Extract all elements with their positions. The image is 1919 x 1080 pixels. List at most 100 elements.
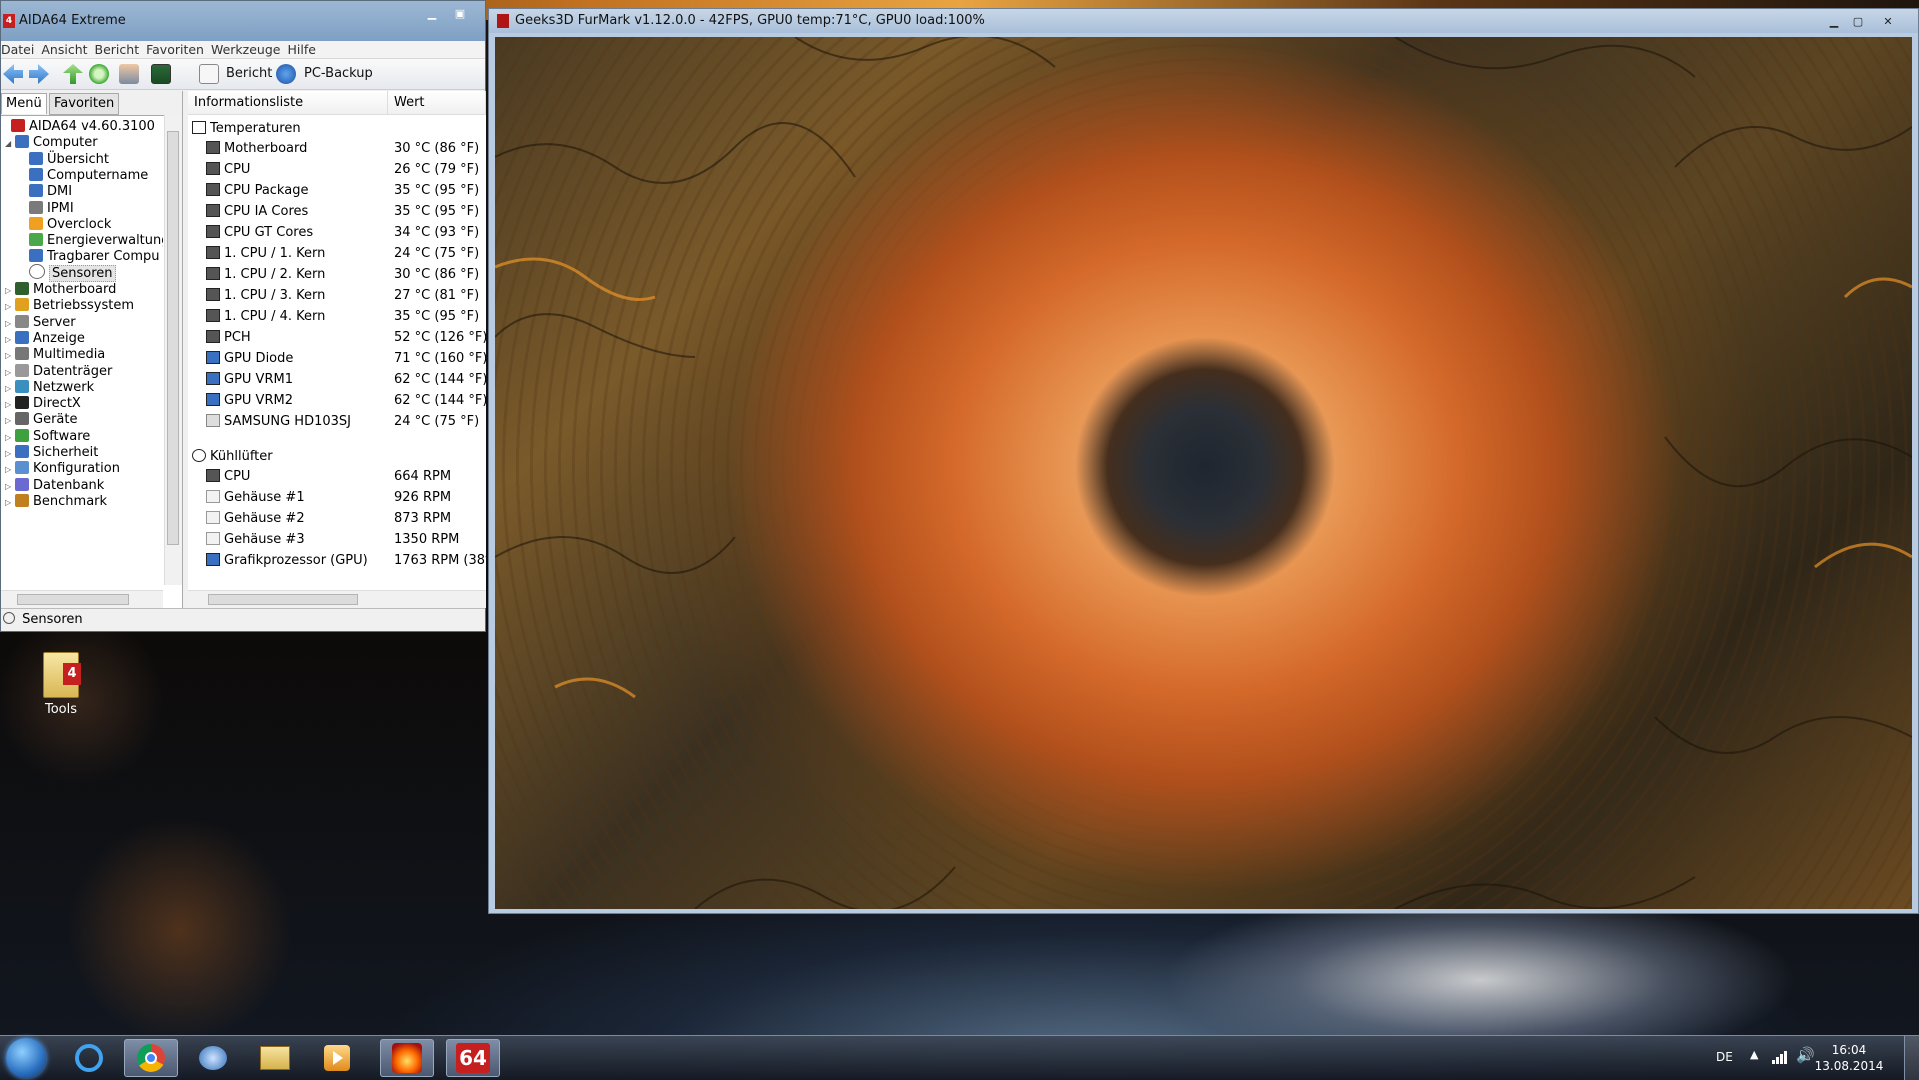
up-arrow-icon[interactable]: [63, 64, 83, 84]
expand-toggle-icon[interactable]: ◢: [5, 134, 13, 153]
furmark-icon: [392, 1043, 422, 1073]
aida-toolbar: Bericht PC-Backup: [1, 59, 485, 90]
back-arrow-icon[interactable]: [3, 64, 23, 84]
menu-bericht[interactable]: Bericht: [95, 41, 147, 58]
expand-toggle-icon[interactable]: ▷: [5, 493, 13, 512]
maximize-icon[interactable]: ▢: [1847, 15, 1869, 29]
sensor-row[interactable]: CPU 26 °C (79 °F): [206, 160, 486, 180]
tab-favorites[interactable]: Favoriten: [49, 93, 120, 115]
minimize-icon[interactable]: ▁: [421, 7, 443, 21]
sensor-name: Gehäuse #2: [224, 511, 305, 526]
taskbar-explorer[interactable]: [248, 1039, 302, 1077]
tree-item-label: Energieverwaltung: [47, 233, 163, 249]
start-button-icon[interactable]: [6, 1038, 46, 1078]
tree-item-label: Geräte: [33, 412, 78, 428]
clock[interactable]: 16:04 13.08.2014: [1809, 1042, 1889, 1074]
fur-texture: [495, 37, 1912, 909]
sensor-row[interactable]: CPU Package 35 °C (95 °F): [206, 181, 486, 201]
tree-item-label: Anzeige: [33, 330, 85, 346]
furmark-app-icon: [497, 14, 509, 28]
show-desktop-button[interactable]: [1904, 1036, 1919, 1080]
scrollbar-thumb[interactable]: [17, 594, 129, 605]
sensor-group-header[interactable]: Temperaturen: [192, 119, 301, 139]
menu-werkzeuge[interactable]: Werkzeuge: [211, 41, 288, 58]
taskbar-furmark[interactable]: [380, 1039, 434, 1077]
furmark-title-bar[interactable]: Geeks3D FurMark v1.12.0.0 - 42FPS, GPU0 …: [489, 9, 1918, 33]
list-horizontal-scrollbar[interactable]: [188, 590, 486, 608]
sensor-row[interactable]: GPU Diode 71 °C (160 °F): [206, 349, 486, 369]
taskbar-thunderbird[interactable]: [186, 1039, 240, 1077]
tree-item-label: Benchmark: [33, 493, 108, 509]
sensor-value: 926 RPM: [394, 490, 452, 505]
user-icon[interactable]: [119, 64, 139, 84]
sensor-icon: [29, 263, 45, 279]
sensor-row[interactable]: Gehäuse #1 926 RPM: [206, 488, 486, 508]
sensor-row[interactable]: 1. CPU / 3. Kern 27 °C (81 °F): [206, 286, 486, 306]
sensor-row[interactable]: PCH 52 °C (126 °F): [206, 328, 486, 348]
sensor-row[interactable]: Gehäuse #2 873 RPM: [206, 509, 486, 529]
thermometer-icon: [192, 121, 206, 134]
monitor-icon[interactable]: [151, 64, 171, 84]
sensor-value: 71 °C (160 °F): [394, 351, 486, 366]
menu-ansicht[interactable]: Ansicht: [41, 41, 94, 58]
sensor-row[interactable]: 1. CPU / 4. Kern 35 °C (95 °F): [206, 307, 486, 327]
sensor-value: 35 °C (95 °F): [394, 183, 480, 198]
tab-menu[interactable]: Menü: [1, 93, 47, 114]
sensor-row[interactable]: 1. CPU / 1. Kern 24 °C (75 °F): [206, 244, 486, 264]
report-button[interactable]: Bericht: [226, 66, 272, 81]
minimize-icon[interactable]: ▁: [1823, 15, 1845, 29]
forward-arrow-icon[interactable]: [29, 64, 49, 84]
taskbar-aida64[interactable]: 64: [446, 1039, 500, 1077]
sensor-group-header[interactable]: Kühllüfter: [192, 447, 273, 467]
taskbar-chrome[interactable]: [124, 1039, 178, 1077]
scrollbar-thumb[interactable]: [208, 594, 358, 605]
tree-item-label: DirectX: [33, 396, 81, 412]
menu-favoriten[interactable]: Favoriten: [146, 41, 211, 58]
language-indicator[interactable]: DE: [1716, 1050, 1733, 1064]
fan-sensor-icon: [206, 469, 220, 482]
furmark-render-canvas: [495, 37, 1912, 909]
desktop-icon-tools[interactable]: 4 Tools: [38, 652, 84, 717]
sensor-row[interactable]: GPU VRM2 62 °C (144 °F): [206, 391, 486, 411]
sensor-row[interactable]: Grafikprozessor (GPU) 1763 RPM (38%: [206, 551, 486, 571]
sensor-row[interactable]: CPU 664 RPM: [206, 467, 486, 487]
pc-backup-button[interactable]: PC-Backup: [304, 66, 373, 81]
sensor-name: Gehäuse #1: [224, 490, 305, 505]
close-icon[interactable]: ✕: [1877, 15, 1899, 29]
furmark-window: Geeks3D FurMark v1.12.0.0 - 42FPS, GPU0 …: [488, 8, 1919, 914]
sensor-row[interactable]: GPU VRM1 62 °C (144 °F): [206, 370, 486, 390]
pc-backup-icon[interactable]: [276, 64, 296, 84]
tree-horizontal-scrollbar[interactable]: [1, 590, 163, 608]
menu-hilfe[interactable]: Hilfe: [287, 41, 322, 58]
aida-title-bar[interactable]: 4 AIDA64 Extreme ▁ ▣: [1, 1, 485, 41]
aida-icon: [11, 119, 25, 132]
sensor-name: CPU: [224, 469, 251, 484]
clock-date: 13.08.2014: [1814, 1059, 1884, 1073]
menu-datei[interactable]: Datei: [1, 41, 41, 58]
taskbar-media-player[interactable]: [310, 1039, 364, 1077]
maximize-icon[interactable]: ▣: [449, 7, 471, 21]
sensor-name: 1. CPU / 2. Kern: [224, 267, 326, 282]
sensor-row[interactable]: 1. CPU / 2. Kern 30 °C (86 °F): [206, 265, 486, 285]
tree-item-label: DMI: [47, 184, 73, 200]
tree-vertical-scrollbar[interactable]: [164, 115, 182, 585]
sensor-name: GPU VRM1: [224, 372, 293, 387]
report-icon[interactable]: [199, 64, 219, 84]
sensor-name: 1. CPU / 3. Kern: [224, 288, 326, 303]
sensor-row[interactable]: Gehäuse #3 1350 RPM: [206, 530, 486, 550]
taskbar-ie[interactable]: [62, 1039, 116, 1077]
refresh-icon[interactable]: [89, 64, 109, 84]
show-hidden-icons-icon[interactable]: ▲: [1750, 1048, 1758, 1061]
tree-item[interactable]: ▷ Benchmark: [5, 492, 107, 511]
sensor-row[interactable]: CPU GT Cores 34 °C (93 °F): [206, 223, 486, 243]
scrollbar-thumb[interactable]: [167, 131, 179, 545]
column-header-value[interactable]: Wert: [388, 91, 486, 115]
sensor-row[interactable]: CPU IA Cores 35 °C (95 °F): [206, 202, 486, 222]
sensor-value: 34 °C (93 °F): [394, 225, 480, 240]
network-signal-icon[interactable]: [1772, 1048, 1788, 1064]
sensor-row[interactable]: Motherboard 30 °C (86 °F): [206, 139, 486, 159]
status-bar: Sensoren: [1, 608, 485, 631]
sensor-group-label: Kühllüfter: [210, 449, 273, 464]
sensor-row[interactable]: SAMSUNG HD103SJ 24 °C (75 °F): [206, 412, 486, 432]
column-header-info[interactable]: Informationsliste: [188, 91, 388, 115]
